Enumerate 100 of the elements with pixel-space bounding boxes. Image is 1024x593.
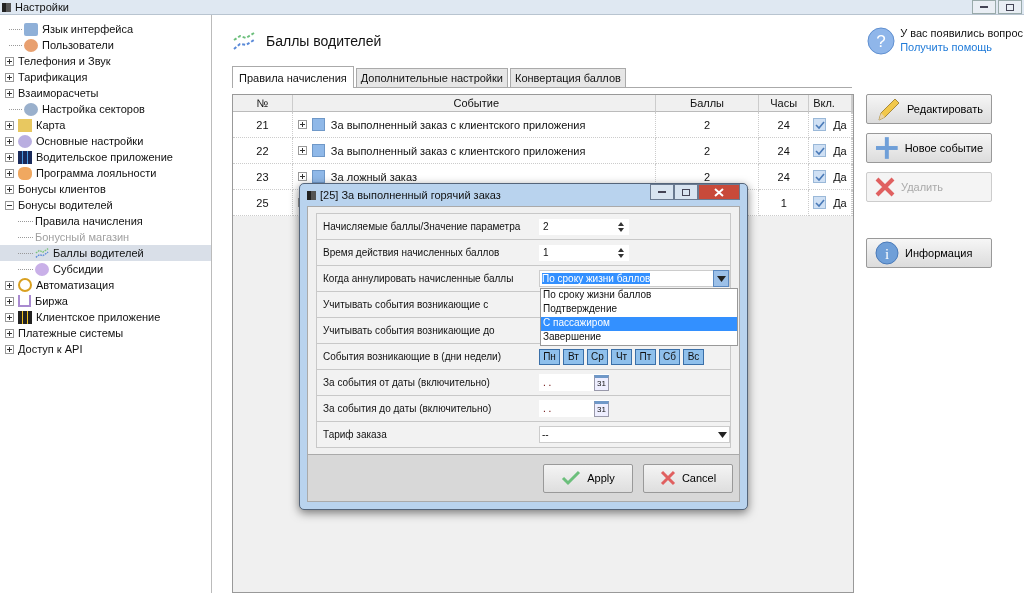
table-cell: 2 bbox=[703, 170, 711, 183]
weekday-toggle[interactable]: Вт bbox=[563, 348, 584, 365]
tab[interactable]: Дополнительные настройки bbox=[355, 68, 508, 87]
cancel-button[interactable]: Cancel bbox=[643, 463, 733, 493]
tree-item[interactable]: Телефония и Звук bbox=[18, 55, 111, 67]
tree-item[interactable]: Настройка секторов bbox=[42, 103, 145, 115]
table-cell: 2 bbox=[703, 144, 711, 157]
tree-item[interactable]: Пользователи bbox=[42, 39, 114, 51]
date-field[interactable]: . . 31 bbox=[539, 374, 609, 391]
field-label: Начисляемые баллы/Значение параметра bbox=[323, 221, 522, 232]
expander-icon[interactable] bbox=[5, 168, 14, 178]
maximize-button[interactable] bbox=[674, 184, 698, 200]
date-field[interactable]: . . 31 bbox=[539, 400, 609, 417]
page-title: Баллы водителей bbox=[266, 33, 382, 49]
expander-icon[interactable] bbox=[5, 152, 14, 162]
expander-icon[interactable] bbox=[5, 72, 14, 82]
weekday-toggle[interactable]: Ср bbox=[587, 348, 608, 365]
user-icon bbox=[24, 38, 38, 52]
table-cell: Да bbox=[833, 118, 847, 131]
weekday-toggle[interactable]: Пт bbox=[635, 348, 656, 365]
exchange-icon bbox=[18, 295, 31, 307]
table-cell: Да bbox=[833, 196, 847, 209]
map-icon bbox=[18, 118, 32, 132]
expander-icon[interactable] bbox=[5, 312, 14, 322]
sector-icon bbox=[24, 102, 38, 116]
tree-item[interactable]: Основные настройки bbox=[36, 135, 144, 147]
minimize-button[interactable] bbox=[650, 184, 674, 200]
expander-icon[interactable] bbox=[5, 344, 14, 354]
field-label: Тариф заказа bbox=[323, 429, 388, 440]
tree-item[interactable]: Субсидии bbox=[53, 263, 104, 275]
table-cell: 2 bbox=[703, 118, 711, 131]
spin-field[interactable]: 1 bbox=[539, 244, 629, 261]
expander-icon[interactable] bbox=[297, 172, 307, 181]
help-link[interactable]: Получить помощь bbox=[900, 41, 1024, 53]
spinner-arrows-icon[interactable] bbox=[617, 246, 625, 259]
dropdown-option[interactable]: По сроку жизни баллов bbox=[541, 289, 737, 303]
close-button[interactable] bbox=[698, 184, 740, 200]
expander-icon[interactable] bbox=[297, 146, 307, 155]
expander-icon[interactable] bbox=[5, 120, 14, 130]
dialog-title: [25] За выполненный горячий заказ bbox=[320, 189, 501, 201]
calendar-icon[interactable]: 31 bbox=[594, 374, 609, 391]
tree-item[interactable]: Правила начисления bbox=[35, 215, 143, 227]
close-icon bbox=[714, 187, 724, 197]
expander-icon[interactable] bbox=[5, 184, 14, 194]
checkbox[interactable] bbox=[813, 170, 827, 183]
tree-item[interactable]: Тарификация bbox=[18, 71, 88, 83]
tree-item[interactable]: Бонусы клиентов bbox=[18, 183, 106, 195]
cross-icon bbox=[659, 470, 676, 486]
spin-field[interactable]: 2 bbox=[539, 218, 629, 235]
apply-button[interactable]: Apply bbox=[543, 463, 633, 493]
calendar-icon[interactable]: 31 bbox=[594, 400, 609, 417]
pencil-icon bbox=[875, 96, 901, 122]
weekday-toggle[interactable]: Чт bbox=[611, 348, 632, 365]
tree-item[interactable]: Язык интерфейса bbox=[42, 23, 134, 35]
expander-icon[interactable] bbox=[5, 280, 14, 290]
field-label: События возникающие в (дни недели) bbox=[323, 351, 503, 362]
expander-icon[interactable] bbox=[5, 296, 14, 306]
weekday-toggle[interactable]: Сб bbox=[659, 348, 680, 365]
expander-icon[interactable] bbox=[5, 56, 14, 66]
dropdown-arrow-icon[interactable] bbox=[717, 431, 727, 438]
tree-item[interactable]: Клиентское приложение bbox=[36, 311, 161, 323]
table-cell: Да bbox=[833, 144, 847, 157]
event-icon bbox=[311, 170, 325, 183]
expander-icon[interactable] bbox=[5, 88, 14, 98]
table-cell: Да bbox=[833, 170, 847, 183]
checkbox[interactable] bbox=[813, 196, 827, 209]
table-cell: За выполненный заказ с клиентского приложения bbox=[330, 118, 586, 131]
action-button[interactable]: Новое событие bbox=[866, 133, 992, 163]
weekday-toggle[interactable]: Вс bbox=[683, 348, 704, 365]
handshake-icon bbox=[18, 166, 32, 180]
tree-item[interactable]: Баллы водителей bbox=[53, 247, 144, 259]
expander-icon[interactable] bbox=[5, 328, 14, 338]
tree-item[interactable]: Доступ к API bbox=[18, 343, 83, 355]
weekday-toggle[interactable]: Пн bbox=[539, 348, 560, 365]
tree-item[interactable]: Водительское приложение bbox=[36, 151, 173, 163]
tab[interactable]: Правила начисления bbox=[232, 66, 354, 88]
checkbox[interactable] bbox=[813, 118, 827, 131]
maximize-button[interactable] bbox=[998, 0, 1022, 14]
coin-icon bbox=[35, 262, 49, 276]
expander-icon[interactable] bbox=[297, 120, 307, 129]
tree-item[interactable]: Карта bbox=[36, 119, 66, 131]
action-button[interactable]: i Информация bbox=[866, 238, 992, 268]
action-button[interactable]: Редактировать bbox=[866, 94, 992, 124]
tree-item[interactable]: Взаиморасчеты bbox=[18, 87, 99, 99]
expander-icon[interactable] bbox=[5, 200, 14, 210]
tree-item[interactable]: Платежные системы bbox=[18, 327, 124, 339]
spinner-arrows-icon[interactable] bbox=[617, 220, 625, 233]
checkbox[interactable] bbox=[813, 144, 827, 157]
tree-item[interactable]: Бонусы водителей bbox=[18, 199, 113, 211]
tree-item[interactable]: Биржа bbox=[35, 295, 68, 307]
dropdown-option[interactable]: Завершение bbox=[541, 331, 737, 345]
help-question: У вас появились вопрос bbox=[900, 27, 1024, 39]
tree-item[interactable]: Программа лояльности bbox=[36, 167, 157, 179]
tree-item[interactable]: Автоматизация bbox=[36, 279, 115, 291]
dropdown-arrow-icon[interactable] bbox=[716, 275, 726, 282]
expander-icon[interactable] bbox=[5, 136, 14, 146]
dropdown-field[interactable]: -- bbox=[539, 426, 730, 443]
minimize-button[interactable] bbox=[972, 0, 996, 14]
tab[interactable]: Конвертация баллов bbox=[509, 68, 626, 87]
dropdown-option[interactable]: Подтверждение bbox=[541, 303, 737, 317]
